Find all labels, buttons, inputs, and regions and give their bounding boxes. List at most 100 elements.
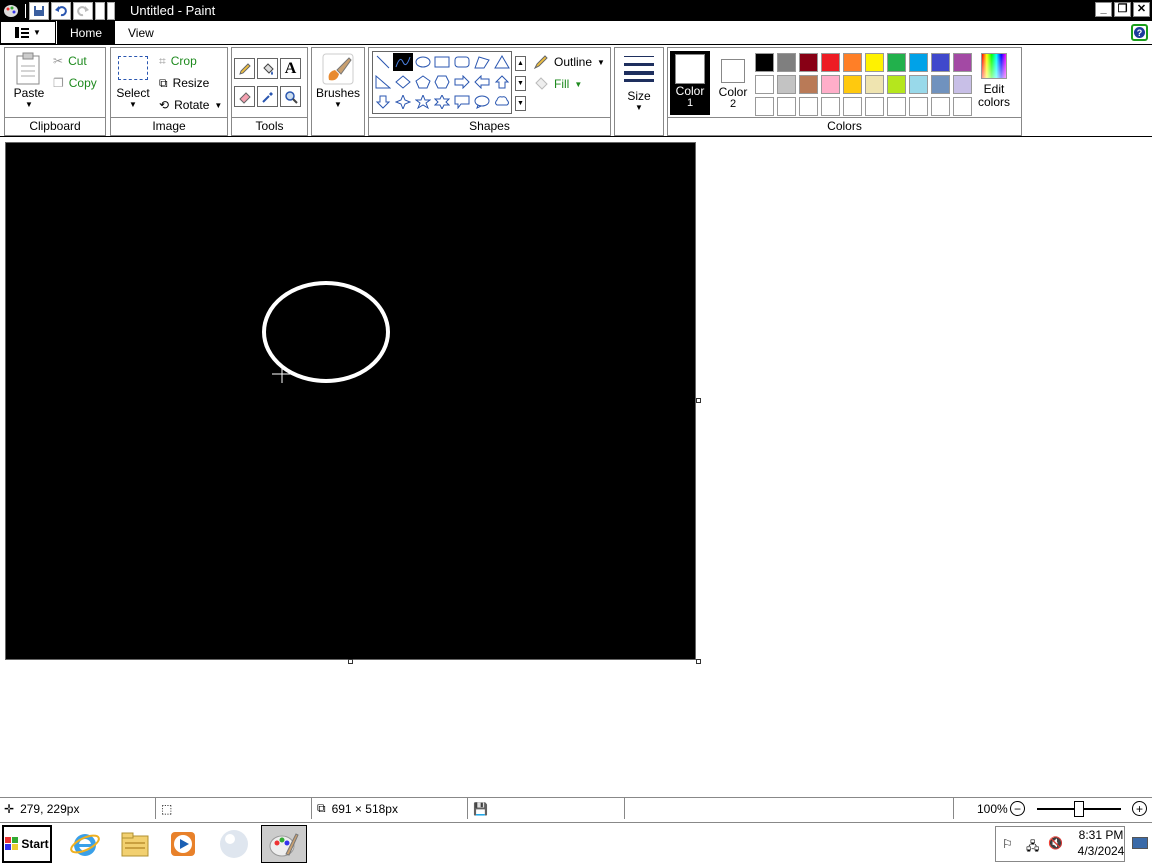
- color-swatch[interactable]: [865, 97, 884, 116]
- minimize-button[interactable]: _: [1095, 2, 1112, 17]
- color-swatch[interactable]: [931, 75, 950, 94]
- cloud-callout-shape-icon[interactable]: [494, 94, 510, 110]
- close-button[interactable]: ✕: [1133, 2, 1150, 17]
- clock[interactable]: 8:31 PM 4/3/2024: [1073, 827, 1129, 859]
- help-icon[interactable]: ?: [1131, 24, 1148, 41]
- right-triangle-shape-icon[interactable]: [375, 74, 391, 90]
- polygon-shape-icon[interactable]: [474, 54, 490, 70]
- resize-button[interactable]: ⧉ Resize: [159, 73, 209, 93]
- color-swatch[interactable]: [887, 97, 906, 116]
- down-arrow-shape-icon[interactable]: [375, 94, 391, 110]
- color-swatch[interactable]: [755, 75, 774, 94]
- resize-handle-corner[interactable]: [696, 659, 701, 664]
- tab-home[interactable]: Home: [57, 21, 116, 45]
- color-swatch[interactable]: [909, 97, 928, 116]
- restore-button[interactable]: ❐: [1114, 2, 1131, 17]
- color-swatch[interactable]: [755, 53, 774, 72]
- line-shape-icon[interactable]: [375, 54, 391, 70]
- eraser-icon[interactable]: [234, 86, 255, 107]
- triangle-shape-icon[interactable]: [494, 54, 510, 70]
- color-swatch[interactable]: [755, 97, 774, 116]
- shapes-scroll-up[interactable]: ▲: [515, 56, 526, 71]
- color-swatch[interactable]: [843, 75, 862, 94]
- rotate-button[interactable]: ⟲ Rotate ▼: [159, 95, 222, 115]
- oval-shape-icon[interactable]: [415, 54, 431, 70]
- crop-button[interactable]: ⌗ Crop: [159, 51, 197, 71]
- color-swatch[interactable]: [865, 75, 884, 94]
- redo-icon[interactable]: [73, 1, 93, 20]
- shapes-scroll-down[interactable]: ▼: [515, 76, 526, 91]
- color-swatch[interactable]: [887, 75, 906, 94]
- undo-icon[interactable]: [51, 1, 71, 20]
- rectangle-shape-icon[interactable]: [434, 54, 450, 70]
- zoom-slider-thumb[interactable]: [1074, 801, 1084, 817]
- color-swatch[interactable]: [909, 53, 928, 72]
- media-player-icon[interactable]: [160, 825, 206, 863]
- color-swatch[interactable]: [909, 75, 928, 94]
- color-swatch[interactable]: [777, 97, 796, 116]
- paint-menu-button[interactable]: ▼: [0, 21, 56, 44]
- color-swatch[interactable]: [843, 53, 862, 72]
- color-swatch[interactable]: [821, 75, 840, 94]
- color-swatch[interactable]: [777, 53, 796, 72]
- rounded-rectangle-shape-icon[interactable]: [454, 54, 470, 70]
- action-center-flag-icon[interactable]: ⚐: [1002, 837, 1013, 851]
- color-swatch[interactable]: [931, 53, 950, 72]
- color-swatch[interactable]: [931, 97, 950, 116]
- hexagon-shape-icon[interactable]: [434, 74, 450, 90]
- magnifier-icon[interactable]: [280, 86, 301, 107]
- outline-button[interactable]: Outline ▼: [533, 52, 605, 72]
- color-picker-icon[interactable]: [257, 86, 278, 107]
- customize-qat-icon[interactable]: ▼: [95, 1, 105, 20]
- zoom-in-icon[interactable]: +: [1132, 801, 1147, 816]
- right-arrow-shape-icon[interactable]: [454, 74, 470, 90]
- rectangle-callout-shape-icon[interactable]: [454, 94, 470, 110]
- select-button[interactable]: Select ▼: [115, 56, 151, 109]
- color-swatch[interactable]: [799, 75, 818, 94]
- cut-button[interactable]: ✂ Cut: [53, 51, 87, 71]
- color-swatch[interactable]: [953, 97, 972, 116]
- five-point-star-shape-icon[interactable]: [415, 94, 431, 110]
- copy-button[interactable]: ❐ Copy: [53, 73, 97, 93]
- text-tool-icon[interactable]: A: [280, 58, 301, 79]
- fill-button[interactable]: Fill ▼: [533, 74, 582, 94]
- edit-colors-button[interactable]: Edit colors: [974, 51, 1014, 109]
- file-explorer-icon[interactable]: [112, 825, 158, 863]
- color-swatch[interactable]: [953, 53, 972, 72]
- pencil-icon[interactable]: [234, 58, 255, 79]
- color-swatch[interactable]: [821, 53, 840, 72]
- color-swatch[interactable]: [865, 53, 884, 72]
- paint-taskbar-icon[interactable]: [261, 825, 307, 863]
- network-icon[interactable]: 🖧: [1026, 837, 1039, 858]
- four-point-star-shape-icon[interactable]: [395, 94, 411, 110]
- oval-callout-shape-icon[interactable]: [474, 94, 490, 110]
- save-icon[interactable]: [29, 1, 49, 20]
- color-swatch[interactable]: [887, 53, 906, 72]
- paint-app-icon[interactable]: [0, 1, 22, 21]
- color1-button[interactable]: Color 1: [670, 51, 710, 115]
- sphere-app-icon[interactable]: [211, 825, 257, 863]
- drawing-canvas[interactable]: [5, 142, 696, 660]
- color2-button[interactable]: Color 2: [713, 51, 753, 115]
- left-arrow-shape-icon[interactable]: [474, 74, 490, 90]
- tab-view[interactable]: View: [115, 21, 167, 45]
- resize-handle-right[interactable]: [696, 398, 701, 403]
- color-swatch[interactable]: [799, 97, 818, 116]
- internet-explorer-icon[interactable]: [62, 825, 108, 863]
- pentagon-shape-icon[interactable]: [415, 74, 431, 90]
- volume-muted-icon[interactable]: 🔇: [1048, 836, 1063, 850]
- resize-handle-bottom[interactable]: [348, 659, 353, 664]
- up-arrow-shape-icon[interactable]: [494, 74, 510, 90]
- fill-bucket-icon[interactable]: [257, 58, 278, 79]
- shapes-expand[interactable]: ▼: [515, 96, 526, 111]
- color-swatch[interactable]: [843, 97, 862, 116]
- size-button[interactable]: Size ▼: [618, 53, 660, 112]
- curve-shape-icon[interactable]: [393, 53, 413, 71]
- start-button[interactable]: Start: [2, 825, 52, 863]
- color-swatch[interactable]: [777, 75, 796, 94]
- paste-button[interactable]: Paste ▼: [9, 52, 49, 109]
- show-desktop-icon[interactable]: [1132, 837, 1148, 849]
- zoom-out-icon[interactable]: −: [1010, 801, 1025, 816]
- diamond-shape-icon[interactable]: [395, 74, 411, 90]
- color-swatch[interactable]: [953, 75, 972, 94]
